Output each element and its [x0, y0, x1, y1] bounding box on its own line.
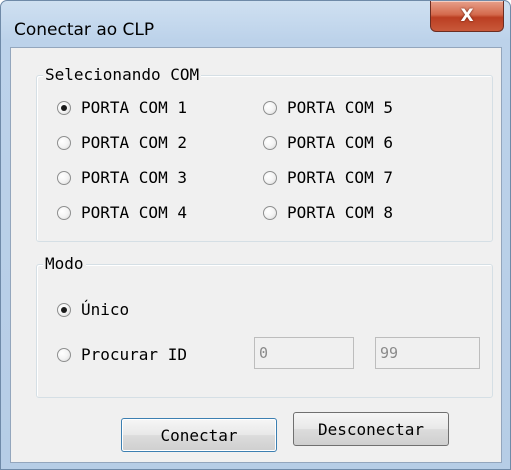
close-button[interactable]: X — [430, 1, 504, 32]
mode-group-legend: Modo — [43, 254, 86, 274]
radio-button-checked[interactable] — [57, 100, 71, 115]
dialog-window: Conectar ao CLP X Selecionando COM PORTA… — [0, 0, 511, 470]
radio-button[interactable] — [57, 135, 71, 150]
disconnect-button[interactable]: Desconectar — [293, 412, 449, 446]
radio-porta-com-2[interactable]: PORTA COM 2 — [57, 133, 187, 152]
radio-porta-com-6[interactable]: PORTA COM 6 — [263, 133, 393, 152]
mode-group: Modo Único Procurar ID 0 99 — [36, 254, 493, 398]
radio-procurar-id[interactable]: Procurar ID — [57, 345, 187, 364]
radio-label: PORTA COM 3 — [81, 168, 187, 187]
radio-label: PORTA COM 7 — [287, 168, 393, 187]
connect-button[interactable]: Conectar — [121, 418, 277, 452]
radio-label: PORTA COM 8 — [287, 203, 393, 222]
radio-label: PORTA COM 4 — [81, 203, 187, 222]
radio-button[interactable] — [57, 205, 71, 220]
radio-porta-com-4[interactable]: PORTA COM 4 — [57, 203, 187, 222]
radio-porta-com-5[interactable]: PORTA COM 5 — [263, 98, 393, 117]
radio-button[interactable] — [263, 205, 277, 220]
radio-porta-com-8[interactable]: PORTA COM 8 — [263, 203, 393, 222]
radio-unico[interactable]: Único — [57, 300, 129, 319]
radio-label: PORTA COM 5 — [287, 98, 393, 117]
id-to-input[interactable]: 99 — [375, 337, 480, 369]
radio-button-checked[interactable] — [57, 302, 71, 317]
id-from-input[interactable]: 0 — [254, 337, 354, 369]
radio-label: Único — [81, 300, 130, 319]
com-selection-group: Selecionando COM PORTA COM 1 PORTA COM 2… — [36, 65, 493, 242]
radio-porta-com-3[interactable]: PORTA COM 3 — [57, 168, 187, 187]
radio-label: PORTA COM 1 — [81, 98, 187, 117]
radio-porta-com-1[interactable]: PORTA COM 1 — [57, 98, 187, 117]
close-icon: X — [460, 6, 474, 26]
radio-label: Procurar ID — [81, 345, 187, 364]
radio-label: PORTA COM 6 — [287, 133, 393, 152]
radio-porta-com-7[interactable]: PORTA COM 7 — [263, 168, 393, 187]
radio-button[interactable] — [57, 170, 71, 185]
radio-button[interactable] — [263, 170, 277, 185]
title-bar: Conectar ao CLP X — [1, 1, 510, 47]
radio-button[interactable] — [57, 347, 71, 362]
radio-label: PORTA COM 2 — [81, 133, 187, 152]
window-title: Conectar ao CLP — [14, 20, 155, 40]
dialog-client-area: Selecionando COM PORTA COM 1 PORTA COM 2… — [10, 47, 502, 463]
radio-button[interactable] — [263, 100, 277, 115]
com-group-legend: Selecionando COM — [43, 65, 202, 85]
radio-button[interactable] — [263, 135, 277, 150]
